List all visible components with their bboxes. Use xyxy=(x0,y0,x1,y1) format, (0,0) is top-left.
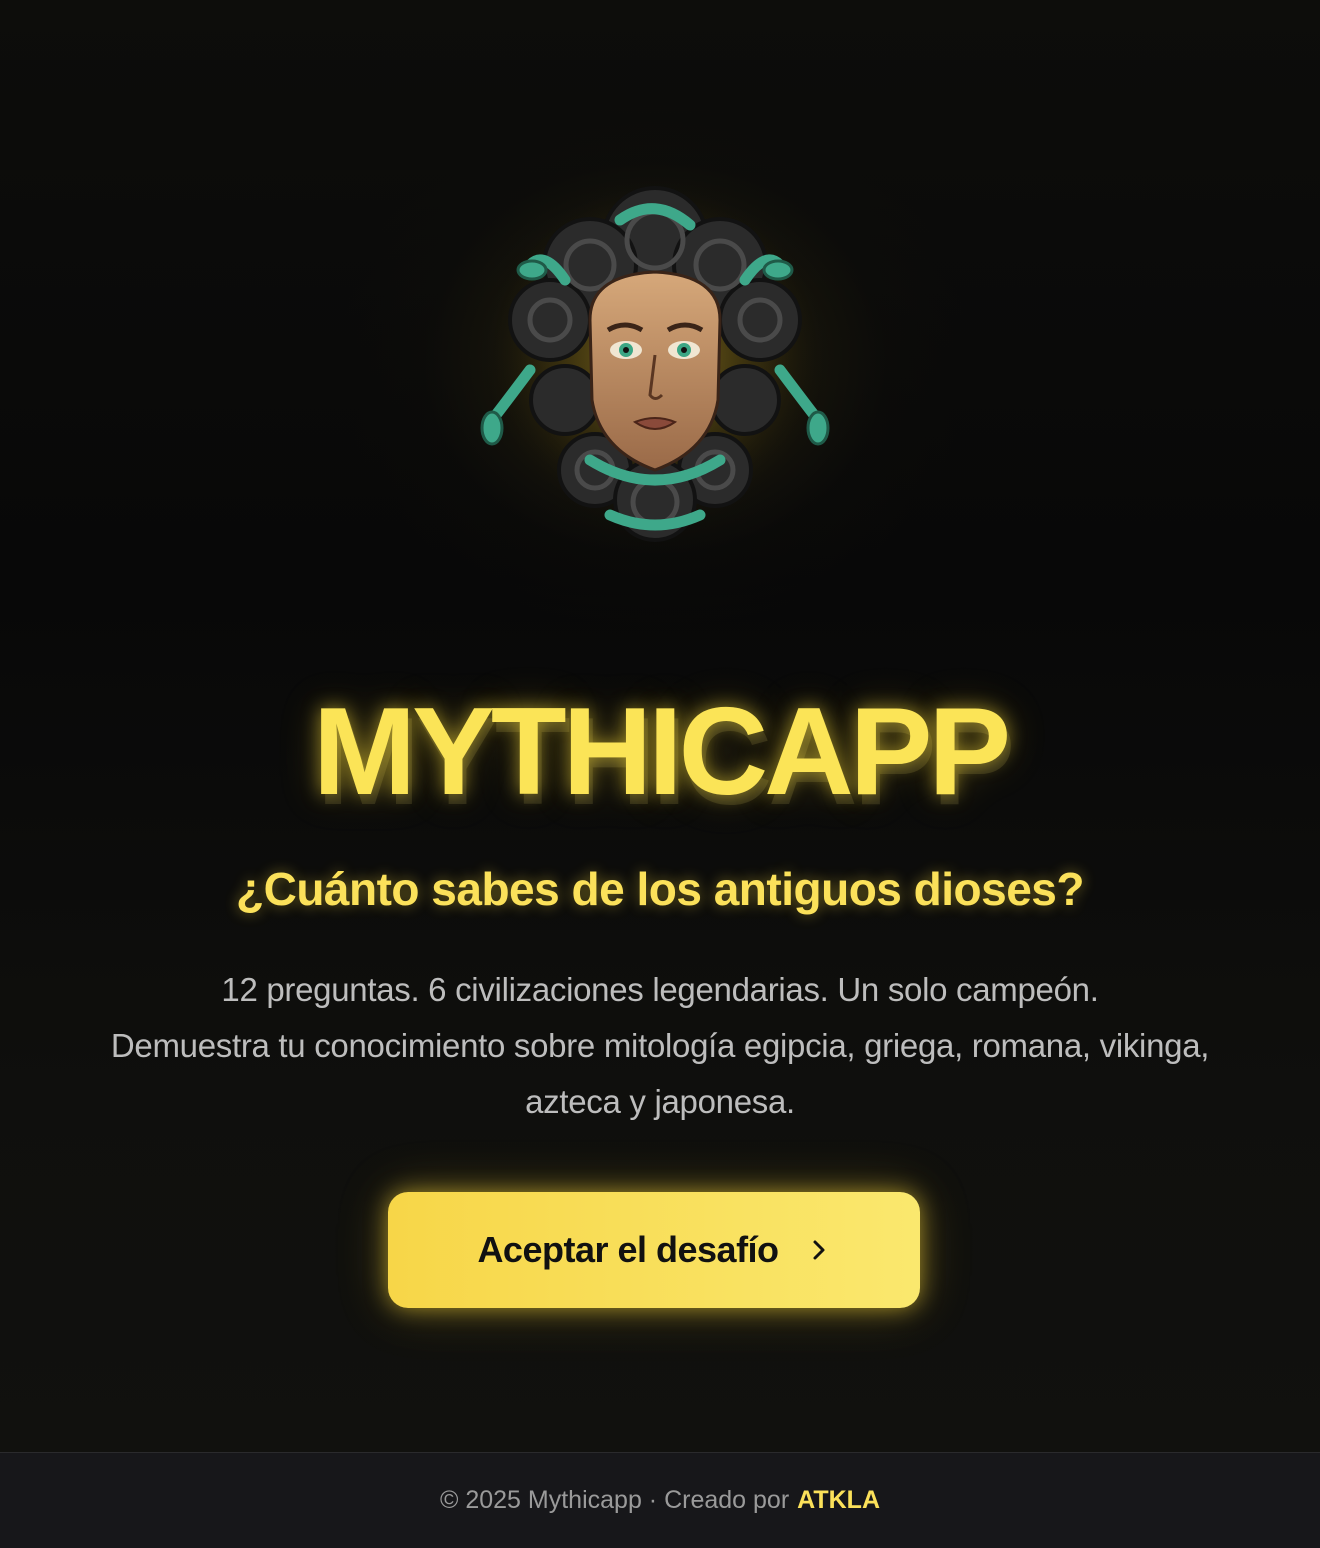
hero-description: 12 preguntas. 6 civilizaciones legendari… xyxy=(60,962,1260,1130)
chevron-right-icon xyxy=(807,1238,831,1262)
hero-section: MYTHICAPP MYTHICAPP ¿Cuánto sabes de los… xyxy=(0,0,1320,1452)
description-line: 12 preguntas. 6 civilizaciones legendari… xyxy=(221,971,1099,1008)
footer: © 2025 Mythicapp · Creado por ATKLA xyxy=(0,1452,1320,1548)
brand-title: MYTHICAPP MYTHICAPP xyxy=(0,683,1320,824)
accept-challenge-button[interactable]: Aceptar el desafío xyxy=(388,1192,920,1308)
accept-challenge-label: Aceptar el desafío xyxy=(477,1229,779,1270)
description-line: Demuestra tu conocimiento sobre mitologí… xyxy=(110,1027,1210,1064)
hero-subtitle: ¿Cuánto sabes de los antiguos dioses? xyxy=(236,863,1084,915)
description-line: azteca y japonesa. xyxy=(525,1083,795,1120)
medusa-head-icon xyxy=(470,170,840,550)
footer-author-link[interactable]: ATKLA xyxy=(797,1486,880,1515)
footer-copyright: © 2025 Mythicapp · Creado por xyxy=(439,1486,790,1514)
brand-title-text: MYTHICAPP xyxy=(312,683,1011,821)
